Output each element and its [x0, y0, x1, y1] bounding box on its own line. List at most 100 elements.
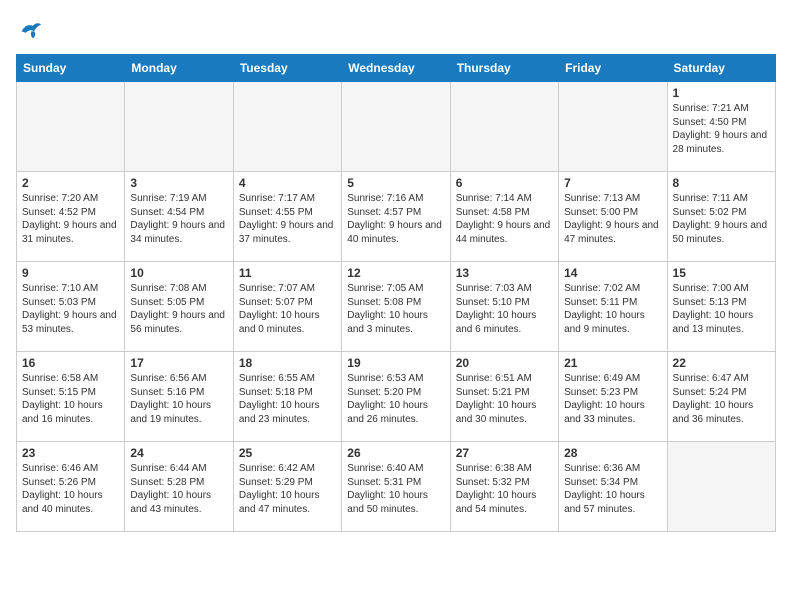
day-info: Sunrise: 6:56 AM Sunset: 5:16 PM Dayligh… [130, 372, 227, 426]
calendar-cell: 21Sunrise: 6:49 AM Sunset: 5:23 PM Dayli… [559, 352, 667, 442]
calendar-cell: 3Sunrise: 7:19 AM Sunset: 4:54 PM Daylig… [125, 172, 233, 262]
day-info: Sunrise: 6:51 AM Sunset: 5:21 PM Dayligh… [456, 372, 553, 426]
day-number: 2 [22, 176, 119, 190]
calendar-cell: 22 Sunrise: 6:47 AM Sunset: 5:24 PM Dayli… [667, 352, 775, 442]
day-info: Sunrise: 6:47 AM Sunset: 5:24 PM Dayligh… [673, 372, 770, 426]
day-number: 21 [564, 356, 661, 370]
day-number: 23 [22, 446, 119, 460]
day-number: 16 [22, 356, 119, 370]
day-info: Sunrise: 6:42 AM Sunset: 5:29 PM Dayligh… [239, 462, 336, 516]
day-number: 28 [564, 446, 661, 460]
calendar-cell: 2 Sunrise: 7:20 AM Sunset: 4:52 PM Daylig… [17, 172, 125, 262]
week-row-2: 2 Sunrise: 7:20 AM Sunset: 4:52 PM Daylig… [17, 172, 776, 262]
week-row-4: 16 Sunrise: 6:58 AM Sunset: 5:15 PM Dayli… [17, 352, 776, 442]
day-info: Sunrise: 7:02 AM Sunset: 5:11 PM Dayligh… [564, 282, 661, 336]
day-number: 10 [130, 266, 227, 280]
calendar-cell [342, 82, 450, 172]
day-info: Sunrise: 6:36 AM Sunset: 5:34 PM Dayligh… [564, 462, 661, 516]
calendar-cell: 27 Sunrise: 6:38 AM Sunset: 5:32 PM Dayli… [450, 442, 558, 532]
day-info: Sunrise: 7:10 AM Sunset: 5:03 PM Dayligh… [22, 282, 119, 336]
day-number: 8 [673, 176, 770, 190]
day-number: 24 [130, 446, 227, 460]
calendar-cell: 28 Sunrise: 6:36 AM Sunset: 5:34 PM Dayli… [559, 442, 667, 532]
day-number: 9 [22, 266, 119, 280]
day-info: Sunrise: 6:44 AM Sunset: 5:28 PM Dayligh… [130, 462, 227, 516]
day-number: 13 [456, 266, 553, 280]
logo-icon [16, 16, 44, 44]
day-info: Sunrise: 7:17 AM Sunset: 4:55 PM Dayligh… [239, 192, 336, 246]
calendar-cell: 18 Sunrise: 6:55 AM Sunset: 5:18 PM Dayli… [233, 352, 341, 442]
logo [16, 16, 48, 44]
day-number: 18 [239, 356, 336, 370]
weekday-header-row: SundayMondayTuesdayWednesdayThursdayFrid… [17, 55, 776, 82]
weekday-header-tuesday: Tuesday [233, 55, 341, 82]
calendar-cell [450, 82, 558, 172]
calendar-cell: 1 Sunrise: 7:21 AM Sunset: 4:50 PM Daylig… [667, 82, 775, 172]
calendar-cell: 23 Sunrise: 6:46 AM Sunset: 5:26 PM Dayli… [17, 442, 125, 532]
day-number: 17 [130, 356, 227, 370]
day-number: 11 [239, 266, 336, 280]
day-number: 14 [564, 266, 661, 280]
day-info: Sunrise: 6:40 AM Sunset: 5:31 PM Dayligh… [347, 462, 444, 516]
calendar-cell: 13 Sunrise: 7:03 AM Sunset: 5:10 PM Dayli… [450, 262, 558, 352]
day-info: Sunrise: 7:03 AM Sunset: 5:10 PM Dayligh… [456, 282, 553, 336]
calendar-cell: 6 Sunrise: 7:14 AM Sunset: 4:58 PM Daylig… [450, 172, 558, 262]
day-number: 19 [347, 356, 444, 370]
day-number: 7 [564, 176, 661, 190]
calendar-cell [559, 82, 667, 172]
day-info: Sunrise: 6:55 AM Sunset: 5:18 PM Dayligh… [239, 372, 336, 426]
day-info: Sunrise: 6:53 AM Sunset: 5:20 PM Dayligh… [347, 372, 444, 426]
calendar-cell: 24 Sunrise: 6:44 AM Sunset: 5:28 PM Dayli… [125, 442, 233, 532]
day-info: Sunrise: 7:16 AM Sunset: 4:57 PM Dayligh… [347, 192, 444, 246]
calendar-cell: 11 Sunrise: 7:07 AM Sunset: 5:07 PM Dayli… [233, 262, 341, 352]
day-info: Sunrise: 6:58 AM Sunset: 5:15 PM Dayligh… [22, 372, 119, 426]
calendar-cell [125, 82, 233, 172]
day-number: 25 [239, 446, 336, 460]
weekday-header-monday: Monday [125, 55, 233, 82]
day-info: Sunrise: 7:21 AM Sunset: 4:50 PM Dayligh… [673, 102, 770, 156]
day-info: Sunrise: 7:11 AM Sunset: 5:02 PM Dayligh… [673, 192, 770, 246]
calendar-cell: 4 Sunrise: 7:17 AM Sunset: 4:55 PM Daylig… [233, 172, 341, 262]
calendar-cell: 14 Sunrise: 7:02 AM Sunset: 5:11 PM Dayli… [559, 262, 667, 352]
day-number: 22 [673, 356, 770, 370]
calendar-cell: 20 Sunrise: 6:51 AM Sunset: 5:21 PM Dayli… [450, 352, 558, 442]
day-number: 4 [239, 176, 336, 190]
calendar-cell [17, 82, 125, 172]
calendar-cell: 26 Sunrise: 6:40 AM Sunset: 5:31 PM Dayli… [342, 442, 450, 532]
calendar-cell: 16 Sunrise: 6:58 AM Sunset: 5:15 PM Dayli… [17, 352, 125, 442]
day-number: 6 [456, 176, 553, 190]
day-info: Sunrise: 7:07 AM Sunset: 5:07 PM Dayligh… [239, 282, 336, 336]
calendar-cell: 10Sunrise: 7:08 AM Sunset: 5:05 PM Dayli… [125, 262, 233, 352]
day-info: Sunrise: 7:05 AM Sunset: 5:08 PM Dayligh… [347, 282, 444, 336]
calendar-cell: 17 Sunrise: 6:56 AM Sunset: 5:16 PM Dayli… [125, 352, 233, 442]
week-row-1: 1 Sunrise: 7:21 AM Sunset: 4:50 PM Daylig… [17, 82, 776, 172]
day-number: 5 [347, 176, 444, 190]
calendar-cell [233, 82, 341, 172]
day-info: Sunrise: 7:20 AM Sunset: 4:52 PM Dayligh… [22, 192, 119, 246]
day-info: Sunrise: 6:38 AM Sunset: 5:32 PM Dayligh… [456, 462, 553, 516]
week-row-3: 9 Sunrise: 7:10 AM Sunset: 5:03 PM Daylig… [17, 262, 776, 352]
weekday-header-saturday: Saturday [667, 55, 775, 82]
day-number: 1 [673, 86, 770, 100]
page-header [16, 16, 776, 44]
day-info: Sunrise: 7:13 AM Sunset: 5:00 PM Dayligh… [564, 192, 661, 246]
day-number: 15 [673, 266, 770, 280]
calendar-cell: 8 Sunrise: 7:11 AM Sunset: 5:02 PM Daylig… [667, 172, 775, 262]
calendar-cell: 9 Sunrise: 7:10 AM Sunset: 5:03 PM Daylig… [17, 262, 125, 352]
calendar-cell: 25 Sunrise: 6:42 AM Sunset: 5:29 PM Dayli… [233, 442, 341, 532]
day-number: 3 [130, 176, 227, 190]
weekday-header-wednesday: Wednesday [342, 55, 450, 82]
calendar-cell: 19 Sunrise: 6:53 AM Sunset: 5:20 PM Dayli… [342, 352, 450, 442]
weekday-header-thursday: Thursday [450, 55, 558, 82]
day-number: 12 [347, 266, 444, 280]
day-info: Sunrise: 7:14 AM Sunset: 4:58 PM Dayligh… [456, 192, 553, 246]
day-number: 20 [456, 356, 553, 370]
calendar-cell: 12 Sunrise: 7:05 AM Sunset: 5:08 PM Dayli… [342, 262, 450, 352]
day-number: 26 [347, 446, 444, 460]
calendar-cell [667, 442, 775, 532]
day-number: 27 [456, 446, 553, 460]
weekday-header-friday: Friday [559, 55, 667, 82]
calendar-table: SundayMondayTuesdayWednesdayThursdayFrid… [16, 54, 776, 532]
day-info: Sunrise: 6:46 AM Sunset: 5:26 PM Dayligh… [22, 462, 119, 516]
calendar-cell: 15Sunrise: 7:00 AM Sunset: 5:13 PM Dayli… [667, 262, 775, 352]
